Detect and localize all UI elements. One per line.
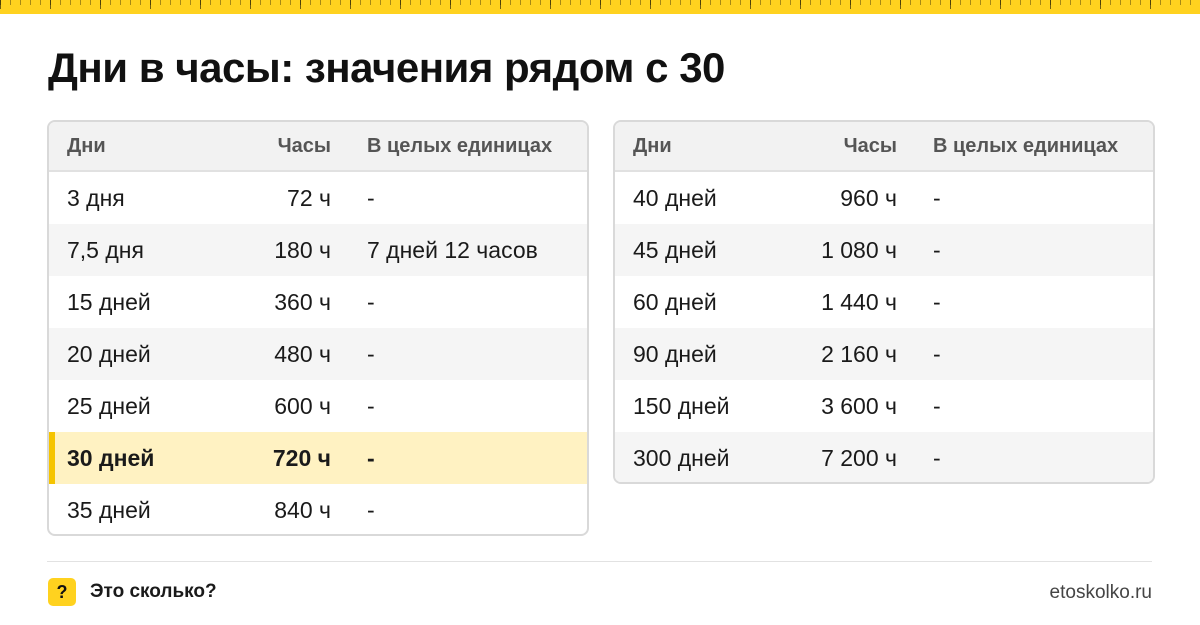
column-header-days: Дни [67,134,106,157]
table-row: 3 дня 72 ч - [49,172,587,224]
cell-whole: 7 дней 12 часов [367,236,538,263]
cell-hours: 180 ч [274,236,331,263]
table-row: 150 дней 3 600 ч - [615,380,1153,432]
cell-whole: - [367,184,375,211]
table-row: 35 дней 840 ч - [49,484,587,534]
table-header: Дни Часы В целых единицах [49,122,587,172]
cell-whole: - [933,340,941,367]
cell-days: 25 дней [67,392,151,419]
footer-divider [47,561,1152,562]
brand-logo[interactable]: ? Это сколько? [48,578,217,606]
cell-hours: 1 080 ч [821,236,897,263]
ruler-decoration [0,0,1200,14]
page-title: Дни в часы: значения рядом с 30 [48,44,725,91]
cell-hours: 840 ч [274,496,331,523]
cell-hours: 1 440 ч [821,288,897,315]
cell-days: 45 дней [633,236,717,263]
cell-whole: - [367,444,375,471]
cell-hours: 2 160 ч [821,340,897,367]
table-header: Дни Часы В целых единицах [615,122,1153,172]
cell-days: 30 дней [67,444,155,471]
cell-hours: 480 ч [274,340,331,367]
table-row: 45 дней 1 080 ч - [615,224,1153,276]
cell-days: 90 дней [633,340,717,367]
cell-days: 60 дней [633,288,717,315]
cell-hours: 3 600 ч [821,392,897,419]
question-mark-icon: ? [48,578,76,606]
cell-days: 300 дней [633,444,730,471]
cell-whole: - [933,444,941,471]
cell-days: 3 дня [67,184,125,211]
table-row: 300 дней 7 200 ч - [615,432,1153,482]
cell-hours: 72 ч [287,184,331,211]
table-row: 15 дней 360 ч - [49,276,587,328]
cell-days: 15 дней [67,288,151,315]
table-right: Дни Часы В целых единицах 40 дней 960 ч … [613,120,1155,484]
cell-whole: - [367,496,375,523]
cell-whole: - [933,184,941,211]
column-header-days: Дни [633,134,672,157]
cell-hours: 960 ч [840,184,897,211]
column-header-whole: В целых единицах [367,134,553,157]
cell-days: 40 дней [633,184,717,211]
column-header-whole: В целых единицах [933,134,1119,157]
cell-whole: - [933,392,941,419]
table-left: Дни Часы В целых единицах 3 дня 72 ч - 7… [47,120,589,536]
table-row: 20 дней 480 ч - [49,328,587,380]
cell-days: 150 дней [633,392,730,419]
cell-days: 35 дней [67,496,151,523]
site-link[interactable]: etoskolko.ru [1050,582,1152,604]
table-row-highlighted: 30 дней 720 ч - [49,432,587,484]
cell-whole: - [933,236,941,263]
table-row: 60 дней 1 440 ч - [615,276,1153,328]
table-row: 90 дней 2 160 ч - [615,328,1153,380]
brand-name: Это сколько? [90,581,217,602]
table-row: 25 дней 600 ч - [49,380,587,432]
cell-hours: 7 200 ч [821,444,897,471]
cell-whole: - [367,288,375,315]
table-row: 40 дней 960 ч - [615,172,1153,224]
table-row: 7,5 дня 180 ч 7 дней 12 часов [49,224,587,276]
column-header-hours: Часы [277,134,331,157]
cell-whole: - [933,288,941,315]
cell-whole: - [367,340,375,367]
cell-hours: 600 ч [274,392,331,419]
cell-days: 7,5 дня [67,236,144,263]
cell-hours: 720 ч [272,444,331,471]
column-header-hours: Часы [843,134,897,157]
cell-days: 20 дней [67,340,151,367]
cell-hours: 360 ч [274,288,331,315]
cell-whole: - [367,392,375,419]
